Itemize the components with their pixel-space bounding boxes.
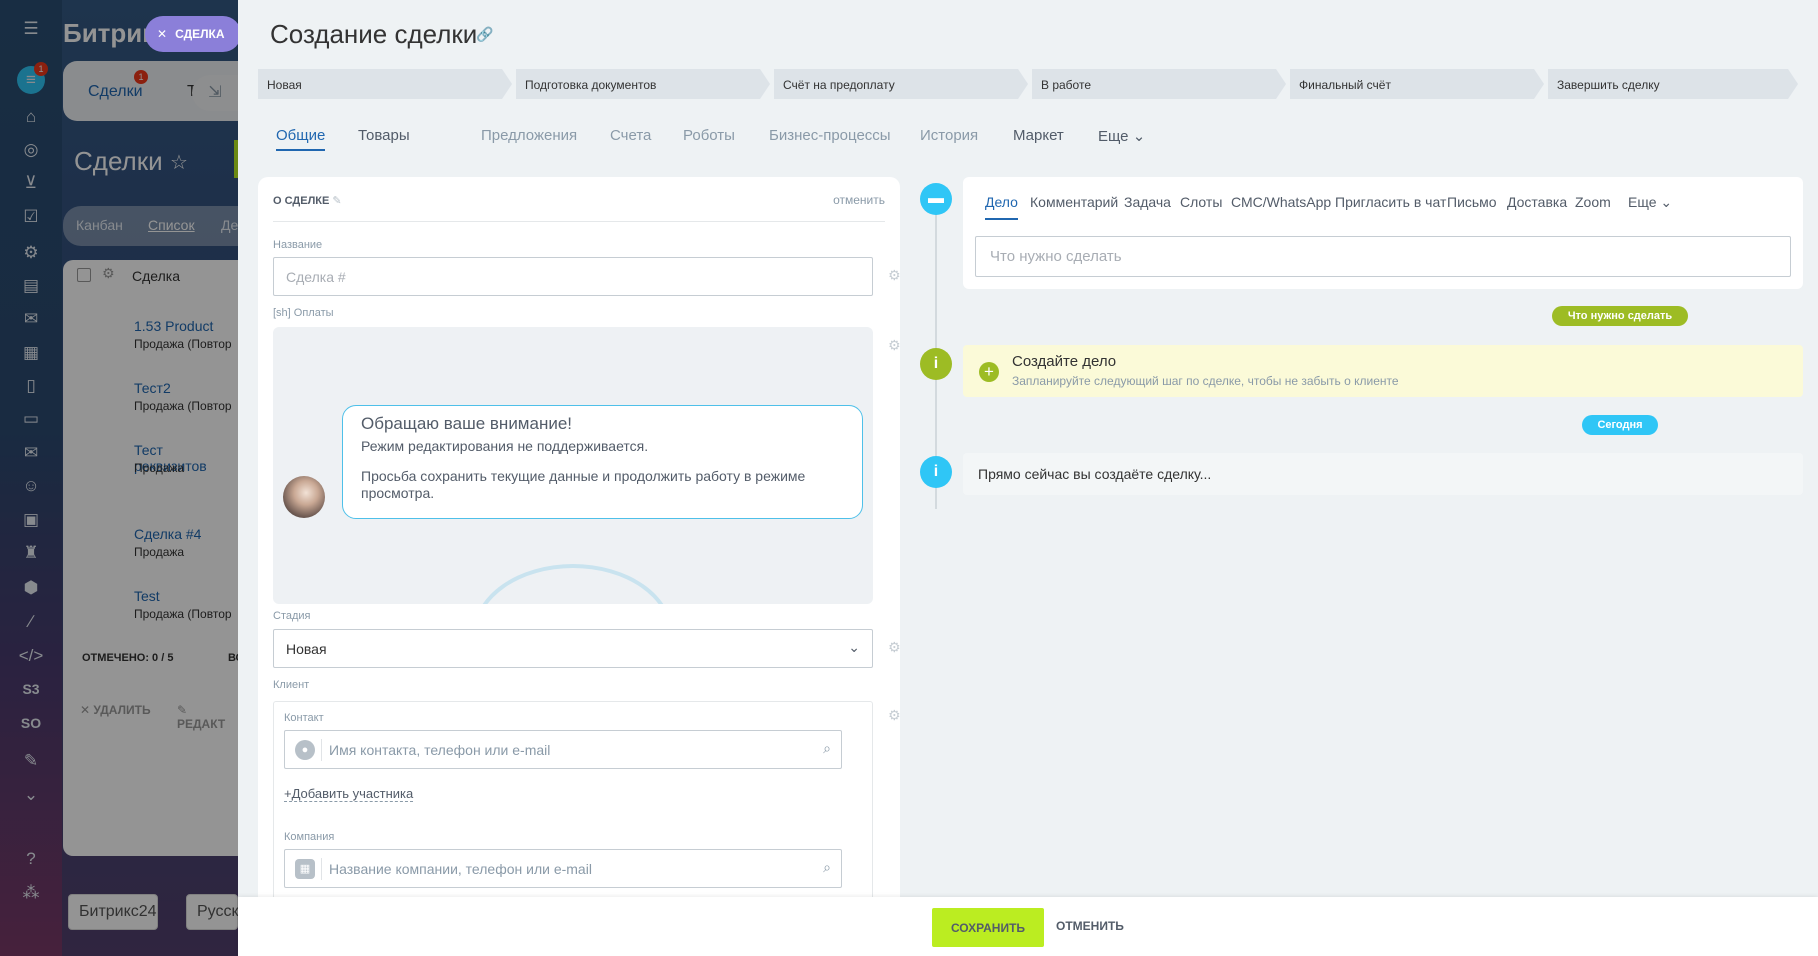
payments-label: [sh] Оплаты	[273, 307, 334, 319]
stage-new[interactable]: Новая	[258, 69, 512, 99]
input-separator	[321, 858, 322, 880]
activity-tab-delivery[interactable]: Доставка	[1507, 194, 1567, 210]
save-button[interactable]: СОХРАНИТЬ	[932, 908, 1044, 947]
chat-bubble-icon: ▬	[920, 183, 952, 215]
contact-label: Контакт	[284, 712, 324, 724]
close-slider-label: СДЕЛКА	[175, 27, 225, 41]
stage-select-value: Новая	[286, 641, 327, 657]
tab-market[interactable]: Маркет	[1013, 127, 1064, 144]
notice-line: Просьба сохранить текущие данные и продо…	[361, 468, 806, 501]
input-separator	[321, 739, 322, 761]
create-activity-subtitle: Запланируйте следующий шаг по сделке, чт…	[1012, 374, 1399, 388]
payments-area: Обращаю ваше внимание! Режим редактирова…	[273, 327, 873, 604]
activity-tab-task[interactable]: Задача	[1124, 194, 1171, 210]
tab-invoices[interactable]: Счета	[610, 127, 651, 144]
person-icon: ●	[295, 740, 315, 760]
gear-icon[interactable]: ⚙	[888, 639, 901, 656]
notice-line: Режим редактирования не поддерживается.	[361, 438, 649, 454]
gear-icon[interactable]: ⚙	[888, 267, 901, 284]
link-icon[interactable]: 🔗	[476, 26, 493, 43]
info-icon: i	[920, 348, 952, 380]
stage-in-progress[interactable]: В работе	[1032, 69, 1286, 99]
company-placeholder: Название компании, телефон или e-mail	[329, 861, 592, 877]
activity-tab-invite-chat[interactable]: Пригласить в чат	[1335, 194, 1446, 210]
tab-history[interactable]: История	[920, 127, 978, 144]
company-label: Компания	[284, 831, 335, 843]
building-icon: ▦	[295, 859, 315, 879]
deal-form-card: О СДЕЛКЕ ✎ отменить Название Сделка # ⚙ …	[258, 177, 901, 901]
activity-tab-sms[interactable]: СМС/WhatsApp	[1231, 194, 1331, 210]
create-activity-card[interactable]: + Создайте дело Запланируйте следующий ш…	[963, 345, 1803, 397]
chevron-down-icon: ⌄	[1660, 194, 1673, 210]
deal-slider: Создание сделки 🔗 Новая Подготовка докум…	[238, 0, 1818, 956]
notice-title: Обращаю ваше внимание!	[361, 414, 573, 433]
stage-finish[interactable]: Завершить сделку	[1548, 69, 1798, 99]
activity-tab-email[interactable]: Письмо	[1447, 194, 1497, 210]
chevron-down-icon: ⌄	[1132, 128, 1146, 145]
company-search-input[interactable]: ▦ Название компании, телефон или e-mail …	[284, 849, 842, 888]
todo-pill: Что нужно сделать	[1552, 306, 1688, 326]
todo-input[interactable]: Что нужно сделать	[975, 236, 1791, 277]
client-label: Клиент	[273, 679, 310, 691]
decorative-circle	[473, 564, 673, 604]
chevron-down-icon: ⌄	[848, 639, 860, 655]
contact-search-input[interactable]: ● Имя контакта, телефон или e-mail ⌕	[284, 730, 842, 769]
page-title: Создание сделки	[270, 19, 478, 49]
stage-label: Стадия	[273, 610, 311, 622]
tab-robots[interactable]: Роботы	[683, 127, 735, 144]
search-icon: ⌕	[823, 859, 831, 875]
create-activity-title: Создайте дело	[1012, 353, 1117, 370]
section-title-text: О СДЕЛКЕ	[273, 195, 330, 207]
tab-business-processes[interactable]: Бизнес-процессы	[769, 127, 891, 144]
close-slider-button[interactable]: ✕ СДЕЛКА	[145, 16, 241, 52]
stage-docs[interactable]: Подготовка документов	[516, 69, 770, 99]
section-cancel-link[interactable]: отменить	[833, 193, 885, 207]
activity-tab-slots[interactable]: Слоты	[1180, 194, 1222, 210]
tab-general[interactable]: Общие	[276, 127, 326, 151]
stage-select[interactable]: Новая ⌄	[273, 629, 873, 668]
activity-tab-comment[interactable]: Комментарий	[1030, 194, 1118, 210]
pencil-icon[interactable]: ✎	[332, 195, 341, 207]
tab-more-label: Еще	[1098, 128, 1129, 145]
tab-offers[interactable]: Предложения	[481, 127, 577, 144]
name-label: Название	[273, 239, 323, 251]
tab-more[interactable]: Еще ⌄	[1098, 127, 1145, 145]
close-icon: ✕	[157, 27, 168, 41]
add-participant-label: Добавить участника	[291, 786, 414, 801]
today-pill: Сегодня	[1582, 415, 1658, 435]
section-title: О СДЕЛКЕ ✎	[273, 194, 342, 207]
info-icon: i	[920, 456, 952, 488]
activity-editor: Дело Комментарий Задача Слоты СМС/WhatsA…	[963, 177, 1803, 289]
tab-products[interactable]: Товары	[358, 127, 410, 144]
contact-placeholder: Имя контакта, телефон или e-mail	[329, 742, 551, 758]
cancel-button[interactable]: ОТМЕНИТЬ	[1056, 919, 1124, 933]
activity-tab-more[interactable]: Еще ⌄	[1628, 194, 1672, 211]
gear-icon[interactable]: ⚙	[888, 707, 901, 724]
activity-tab-more-label: Еще	[1628, 194, 1657, 210]
activity-tab-todo[interactable]: Дело	[985, 194, 1018, 220]
stage-prepayment[interactable]: Счёт на предоплату	[774, 69, 1028, 99]
add-participant-link[interactable]: +Добавить участника	[284, 786, 414, 802]
now-creating-card: Прямо сейчас вы создаёте сделку...	[963, 453, 1803, 495]
client-block: Контакт ● Имя контакта, телефон или e-ma…	[273, 701, 873, 901]
stage-final-invoice[interactable]: Финальный счёт	[1290, 69, 1544, 99]
activity-tab-zoom[interactable]: Zoom	[1575, 194, 1611, 210]
avatar	[283, 476, 325, 518]
section-divider	[273, 221, 885, 222]
notice-bubble: Обращаю ваше внимание! Режим редактирова…	[342, 405, 863, 519]
footer-bar: СОХРАНИТЬ ОТМЕНИТЬ	[238, 897, 1818, 956]
plus-icon: +	[979, 362, 999, 382]
gear-icon[interactable]: ⚙	[888, 337, 901, 354]
search-icon: ⌕	[823, 740, 831, 756]
stage-bar: Новая Подготовка документов Счёт на пред…	[258, 69, 1798, 99]
name-input[interactable]: Сделка #	[273, 257, 873, 296]
